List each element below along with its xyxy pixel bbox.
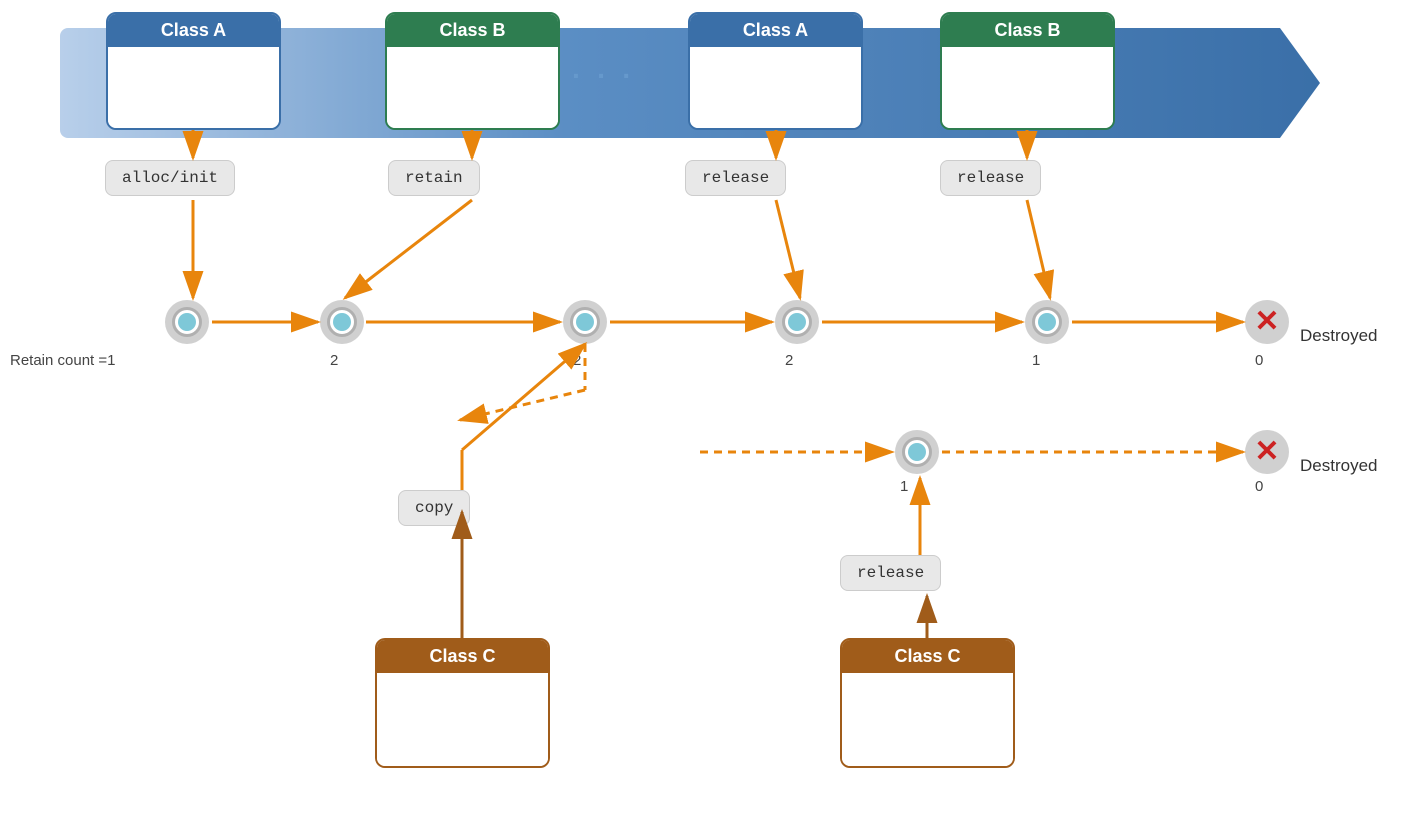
method-release3: release <box>840 555 941 591</box>
rc-circle-1-dot <box>178 313 196 331</box>
count-label-rc1: Retain count =1 <box>10 352 116 369</box>
class-c2-header: Class C <box>842 640 1013 673</box>
rc-circle-3-dot <box>576 313 594 331</box>
class-box-a2: Class A <box>688 12 863 130</box>
rc-circle-destroyed-2: ✕ <box>1245 430 1289 474</box>
rc-circle-3 <box>563 300 607 344</box>
count-label-1b: 1 <box>900 478 908 495</box>
rc-circle-1 <box>165 300 209 344</box>
rc-circle-2-inner <box>327 307 357 337</box>
class-b2-body <box>942 47 1113 128</box>
rc-circle-5-dot <box>1038 313 1056 331</box>
count-label-0b: 0 <box>1255 478 1263 495</box>
class-b1-header: Class B <box>387 14 558 47</box>
class-box-a1: Class A <box>106 12 281 130</box>
rc-circle-4 <box>775 300 819 344</box>
class-c1-body <box>377 673 548 766</box>
class-box-c1: Class C <box>375 638 550 768</box>
class-b2-header: Class B <box>942 14 1113 47</box>
rc-circle-3-inner <box>570 307 600 337</box>
class-c1-header: Class C <box>377 640 548 673</box>
class-c2-body <box>842 673 1013 766</box>
rc-circle-destroyed-1: ✕ <box>1245 300 1289 344</box>
rc-circle-copy-1-inner <box>902 437 932 467</box>
timeline-dots: · · · <box>572 60 636 92</box>
class-box-b1: Class B <box>385 12 560 130</box>
destroyed-x-1: ✕ <box>1254 307 1279 337</box>
class-a1-header: Class A <box>108 14 279 47</box>
destroyed-x-2: ✕ <box>1254 437 1279 467</box>
rc-circle-5-inner <box>1032 307 1062 337</box>
method-copy: copy <box>398 490 470 526</box>
class-a1-body <box>108 47 279 128</box>
rc-circle-copy-1-dot <box>908 443 926 461</box>
rc-circle-2 <box>320 300 364 344</box>
rc-circle-1-inner <box>172 307 202 337</box>
count-label-2b: 2 <box>573 352 581 369</box>
class-b1-body <box>387 47 558 128</box>
arrow-rel1-down2 <box>776 200 800 298</box>
method-retain: retain <box>388 160 480 196</box>
count-label-1a: 1 <box>1032 352 1040 369</box>
method-release1: release <box>685 160 786 196</box>
arrow-retain-down2 <box>345 200 472 298</box>
count-label-0a: 0 <box>1255 352 1263 369</box>
destroyed-label-1: Destroyed <box>1300 326 1377 346</box>
rc-circle-5 <box>1025 300 1069 344</box>
rc-circle-4-inner <box>782 307 812 337</box>
arrow-copy-diagonal <box>460 390 585 420</box>
class-box-c2: Class C <box>840 638 1015 768</box>
class-box-b2: Class B <box>940 12 1115 130</box>
rc-circle-copy-1 <box>895 430 939 474</box>
diagram: · · · Class A Class B Class A Class B Cl… <box>0 0 1405 827</box>
arrow-rel2-down2 <box>1027 200 1050 298</box>
rc-circle-4-dot <box>788 313 806 331</box>
method-release2: release <box>940 160 1041 196</box>
class-a2-header: Class A <box>690 14 861 47</box>
rc-circle-2-dot <box>333 313 351 331</box>
destroyed-label-2: Destroyed <box>1300 456 1377 476</box>
count-label-2a: 2 <box>330 352 338 369</box>
arrow-copy-up2 <box>462 344 585 450</box>
method-alloc: alloc/init <box>105 160 235 196</box>
class-a2-body <box>690 47 861 128</box>
count-label-2c: 2 <box>785 352 793 369</box>
